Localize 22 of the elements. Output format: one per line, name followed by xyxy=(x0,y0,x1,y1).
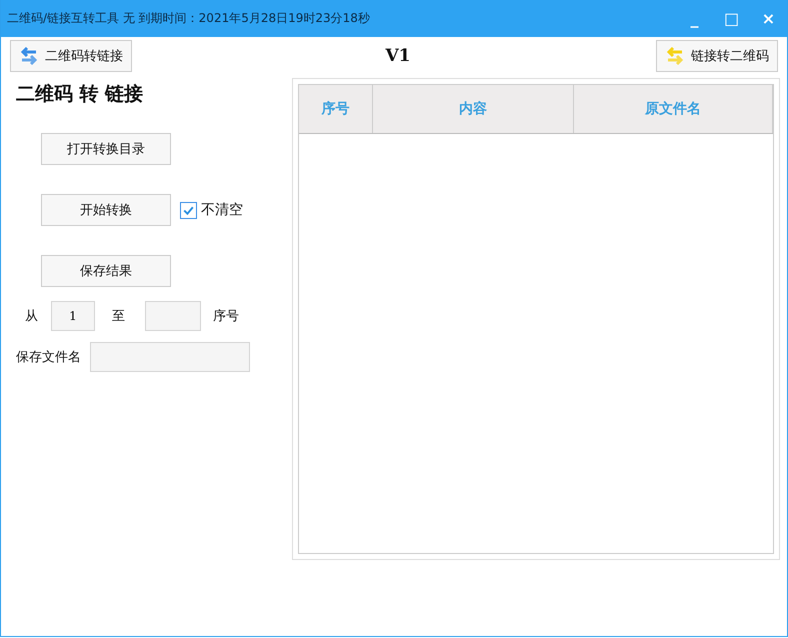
field-label: 保存文件名 xyxy=(16,349,81,366)
field-label: 从 xyxy=(25,308,38,325)
window-title: 二维码/链接互转工具 无 到期时间：2021年5月28日19时23分18秒 xyxy=(7,10,370,27)
swap-arrows-icon xyxy=(665,46,685,64)
section-heading: 二维码 转 链接 xyxy=(15,82,144,107)
input-field[interactable] xyxy=(90,342,250,372)
column-header: 内容 xyxy=(373,85,574,133)
action-button[interactable]: 开始转换 xyxy=(41,194,171,226)
input-field[interactable] xyxy=(145,301,201,331)
column-header: 序号 xyxy=(299,85,373,133)
convert-mode-button[interactable]: 二维码转链接 xyxy=(10,40,132,72)
column-header: 原文件名 xyxy=(574,85,773,133)
convert-mode-button[interactable]: 链接转二维码 xyxy=(656,40,778,72)
input-field[interactable]: 1 xyxy=(51,301,95,331)
action-button[interactable]: 保存结果 xyxy=(41,255,171,287)
swap-arrows-icon xyxy=(19,46,39,64)
field-label: 至 xyxy=(112,308,125,325)
checkbox[interactable] xyxy=(180,202,197,218)
checkbox-label: 不清空 xyxy=(201,201,243,219)
version-label: V1 xyxy=(385,46,411,66)
field-label: 序号 xyxy=(213,308,239,325)
action-button[interactable]: 打开转换目录 xyxy=(41,133,171,165)
